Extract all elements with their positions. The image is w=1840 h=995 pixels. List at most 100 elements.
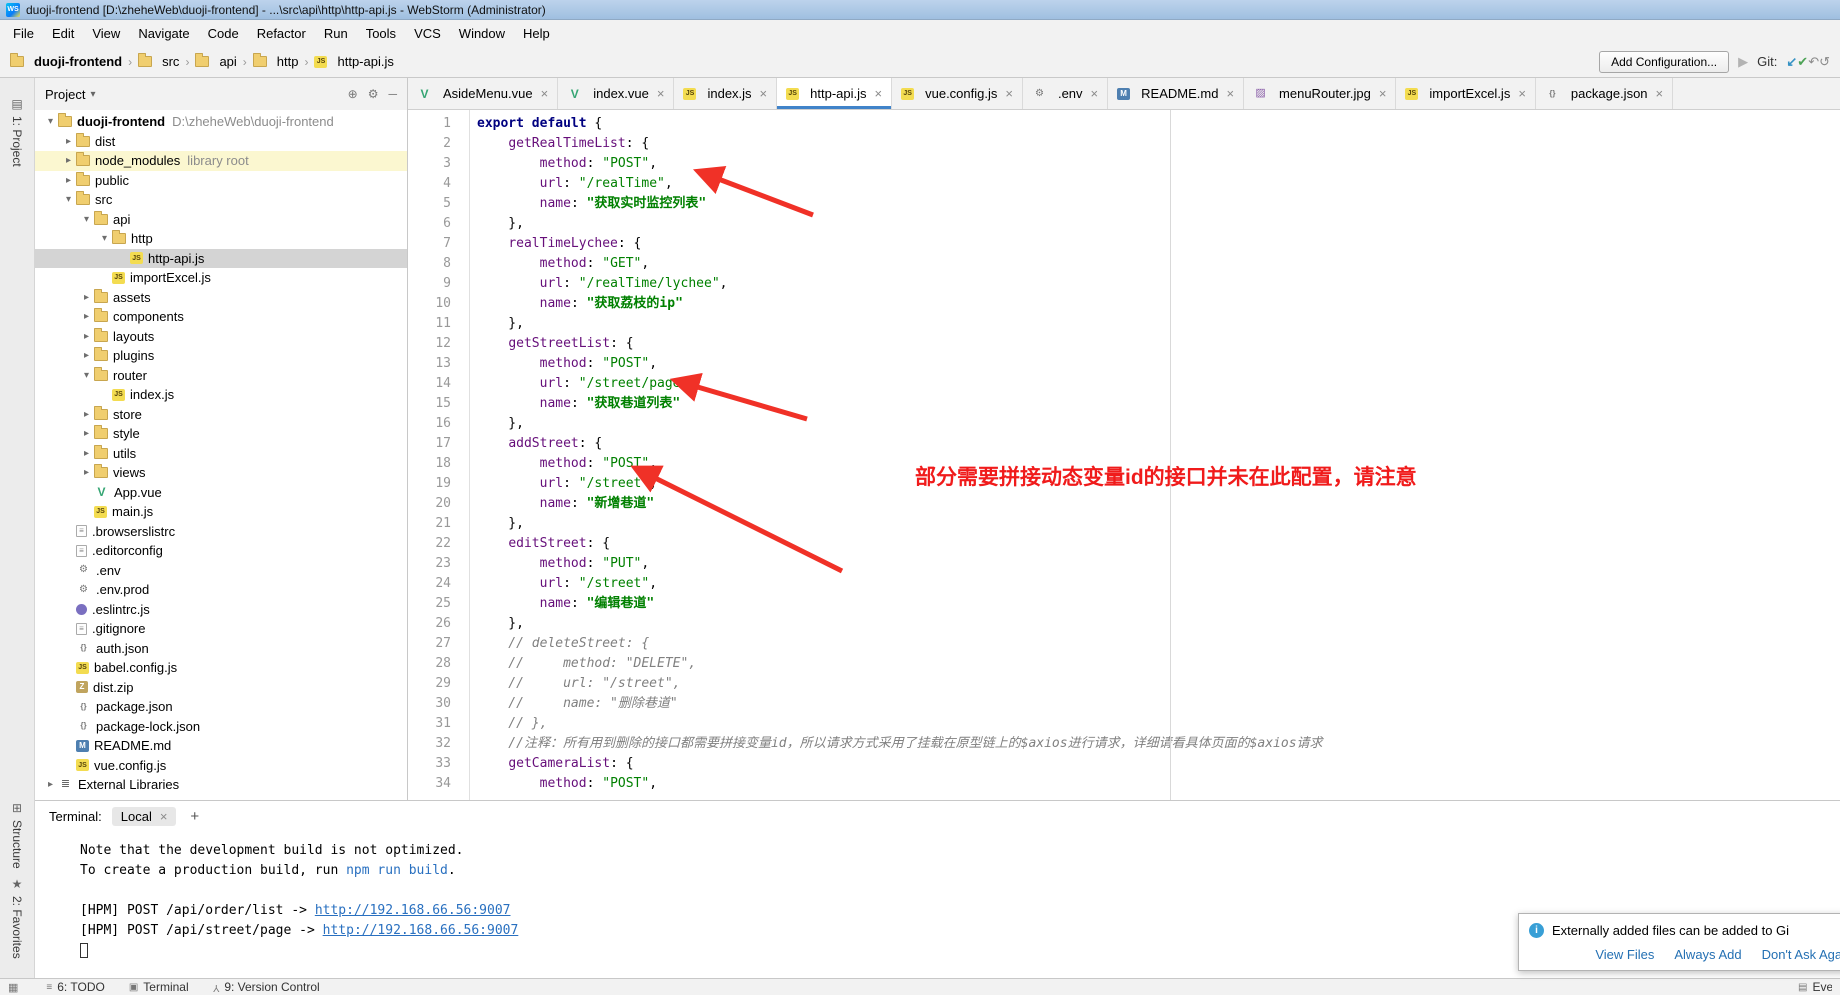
tool-button-1-project[interactable]: ▤1: Project	[10, 97, 24, 167]
breadcrumb-item-src[interactable]: src	[138, 54, 179, 69]
tree-item-main-js[interactable]: JSmain.js	[35, 502, 407, 522]
status-item-6-todo[interactable]: ≡6: TODO	[46, 980, 104, 994]
tree-item-gitignore[interactable]: ≡.gitignore	[35, 619, 407, 639]
tree-item-editorconfig[interactable]: ≡.editorconfig	[35, 541, 407, 561]
code-column[interactable]: export default { getRealTimeList: { meth…	[470, 110, 1840, 800]
chevron-down-icon[interactable]: ▾	[79, 370, 94, 381]
menu-view[interactable]: View	[83, 23, 129, 44]
close-tab-icon[interactable]: ×	[657, 86, 665, 101]
play-icon[interactable]: ▶	[1738, 54, 1748, 69]
tree-item-duoji-frontend[interactable]: ▾duoji-frontendD:\zheheWeb\duoji-fronten…	[35, 112, 407, 132]
tab-package-json[interactable]: {}package.json×	[1536, 78, 1673, 109]
chevron-right-icon[interactable]: ▸	[79, 331, 94, 342]
revert-icon[interactable]: ↶	[1808, 54, 1819, 69]
chevron-right-icon[interactable]: ▸	[43, 779, 58, 790]
notification-link-don-t-ask-agai[interactable]: Don't Ask Agai	[1762, 947, 1840, 962]
close-tab-icon[interactable]: ×	[1005, 86, 1013, 101]
terminal-link[interactable]: http://192.168.66.56:9007	[315, 903, 511, 918]
chevron-right-icon[interactable]: ▸	[61, 155, 76, 166]
close-tab-icon[interactable]: ×	[760, 86, 768, 101]
tab-http-api-js[interactable]: JShttp-api.js×	[777, 78, 892, 109]
tree-item-babel-config-js[interactable]: JSbabel.config.js	[35, 658, 407, 678]
tree-item-dist[interactable]: ▸dist	[35, 132, 407, 152]
menu-edit[interactable]: Edit	[43, 23, 83, 44]
chevron-right-icon[interactable]: ▸	[79, 409, 94, 420]
settings-icon[interactable]: ⚙	[368, 87, 379, 101]
tab-env[interactable]: ⚙.env×	[1023, 78, 1108, 109]
tree-item-router[interactable]: ▾router	[35, 366, 407, 386]
tree-item-dist-zip[interactable]: Zdist.zip	[35, 678, 407, 698]
tab-readme-md[interactable]: MREADME.md×	[1108, 78, 1244, 109]
status-item-9-version-control[interactable]: Y9: Version Control	[213, 980, 320, 994]
tree-item-style[interactable]: ▸style	[35, 424, 407, 444]
tree-item-app-vue[interactable]: VApp.vue	[35, 483, 407, 503]
close-tab-icon[interactable]: ×	[875, 86, 883, 101]
update-icon[interactable]: ↙	[1786, 54, 1797, 69]
tree-item-http[interactable]: ▾http	[35, 229, 407, 249]
chevron-right-icon[interactable]: ▸	[61, 136, 76, 147]
close-tab-icon[interactable]: ×	[1226, 86, 1234, 101]
tree-item-env-prod[interactable]: ⚙.env.prod	[35, 580, 407, 600]
tree-item-utils[interactable]: ▸utils	[35, 444, 407, 464]
menu-navigate[interactable]: Navigate	[129, 23, 198, 44]
tree-item-external-libraries[interactable]: ▸≣External Libraries	[35, 775, 407, 795]
tree-item-eslintrc-js[interactable]: .eslintrc.js	[35, 600, 407, 620]
chevron-right-icon[interactable]: ▸	[79, 292, 94, 303]
tab-vue-config-js[interactable]: JSvue.config.js×	[892, 78, 1023, 109]
close-tab-icon[interactable]: ×	[1656, 86, 1664, 101]
breadcrumb-item-api[interactable]: api	[195, 54, 236, 69]
chevron-right-icon[interactable]: ▸	[61, 175, 76, 186]
chevron-down-icon[interactable]: ▾	[79, 214, 94, 225]
tree-item-store[interactable]: ▸store	[35, 405, 407, 425]
menu-window[interactable]: Window	[450, 23, 514, 44]
close-tab-icon[interactable]: ×	[1379, 86, 1387, 101]
locate-icon[interactable]: ⊕	[348, 87, 358, 101]
tree-item-plugins[interactable]: ▸plugins	[35, 346, 407, 366]
chevron-right-icon[interactable]: ▸	[79, 350, 94, 361]
tool-button-structure[interactable]: ⊞Structure	[10, 801, 24, 869]
notification-link-always-add[interactable]: Always Add	[1674, 947, 1741, 962]
terminal-tab-local[interactable]: Local ×	[112, 807, 177, 826]
tree-item-vue-config-js[interactable]: JSvue.config.js	[35, 756, 407, 776]
tree-item-assets[interactable]: ▸assets	[35, 288, 407, 308]
tab-importexcel-js[interactable]: JSimportExcel.js×	[1396, 78, 1536, 109]
tree-item-http-api-js[interactable]: JShttp-api.js	[35, 249, 407, 269]
tree-item-index-js[interactable]: JSindex.js	[35, 385, 407, 405]
tab-index-vue[interactable]: Vindex.vue×	[558, 78, 674, 109]
close-icon[interactable]: ×	[160, 809, 168, 824]
breadcrumb-item-http-api-js[interactable]: JShttp-api.js	[314, 54, 393, 69]
close-tab-icon[interactable]: ×	[541, 86, 549, 101]
breadcrumb-item-duoji-frontend[interactable]: duoji-frontend	[10, 54, 122, 69]
tree-item-package-json[interactable]: {}package.json	[35, 697, 407, 717]
chevron-right-icon[interactable]: ▸	[79, 448, 94, 459]
chevron-down-icon[interactable]: ▾	[61, 194, 76, 205]
menu-tools[interactable]: Tools	[357, 23, 405, 44]
chevron-right-icon[interactable]: ▸	[79, 428, 94, 439]
menu-code[interactable]: Code	[199, 23, 248, 44]
menu-refactor[interactable]: Refactor	[248, 23, 315, 44]
chevron-down-icon[interactable]: ▾	[90, 89, 95, 100]
project-panel-title[interactable]: Project	[45, 87, 85, 102]
commit-icon[interactable]: ✔	[1797, 54, 1808, 69]
tree-item-importexcel-js[interactable]: JSimportExcel.js	[35, 268, 407, 288]
menu-file[interactable]: File	[4, 23, 43, 44]
code-editor[interactable]: 1234567891011121314151617181920212223242…	[408, 110, 1840, 800]
tree-item-components[interactable]: ▸components	[35, 307, 407, 327]
tree-item-package-lock-json[interactable]: {}package-lock.json	[35, 717, 407, 737]
tree-item-auth-json[interactable]: {}auth.json	[35, 639, 407, 659]
close-tab-icon[interactable]: ×	[1518, 86, 1526, 101]
tree-item-browserslistrc[interactable]: ≡.browserslistrc	[35, 522, 407, 542]
tree-item-src[interactable]: ▾src	[35, 190, 407, 210]
add-configuration-button[interactable]: Add Configuration...	[1599, 51, 1729, 73]
chevron-right-icon[interactable]: ▸	[79, 467, 94, 478]
chevron-down-icon[interactable]: ▾	[97, 233, 112, 244]
tab-menurouter-jpg[interactable]: ▨menuRouter.jpg×	[1244, 78, 1396, 109]
chevron-right-icon[interactable]: ▸	[79, 311, 94, 322]
hide-icon[interactable]: ─	[388, 87, 397, 101]
close-tab-icon[interactable]: ×	[1091, 86, 1099, 101]
tree-item-api[interactable]: ▾api	[35, 210, 407, 230]
menu-help[interactable]: Help	[514, 23, 559, 44]
tab-index-js[interactable]: JSindex.js×	[674, 78, 777, 109]
chevron-down-icon[interactable]: ▾	[43, 116, 58, 127]
tree-item-node-modules[interactable]: ▸node_moduleslibrary root	[35, 151, 407, 171]
